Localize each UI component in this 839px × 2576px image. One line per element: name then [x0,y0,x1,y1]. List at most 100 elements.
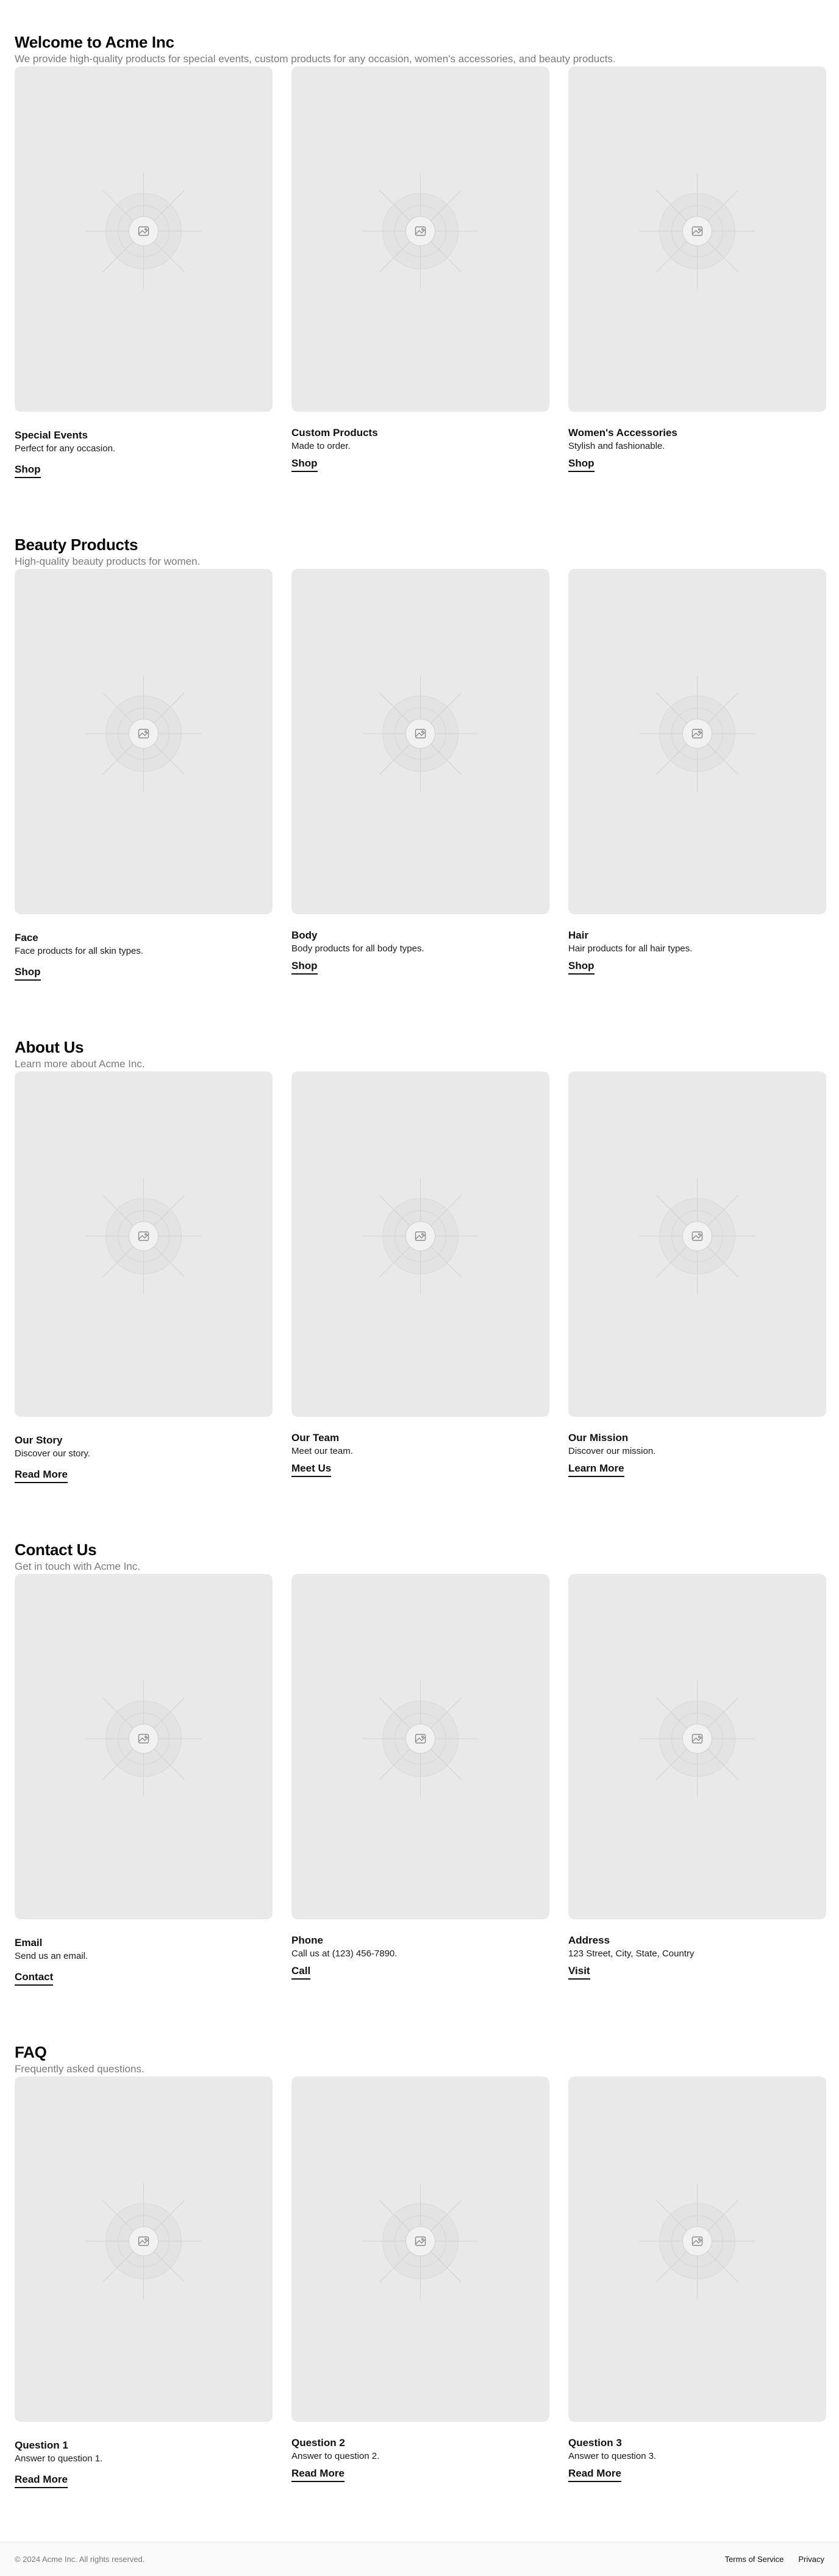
card-text: Face products for all skin types. [15,946,143,956]
card-question-2: Question 2 Answer to question 2. Read Mo… [291,2077,549,2552]
card-our-mission: Our Mission Discover our mission. Learn … [568,1072,826,1547]
page: Welcome to Acme Inc We provide high-qual… [0,0,839,2576]
placeholder-graphic [85,1681,202,1797]
image-placeholder [15,66,273,412]
privacy-link[interactable]: Privacy [798,2555,824,2564]
card-text: Hair products for all hair types. [568,943,693,954]
card-text: Meet our team. [291,1446,353,1456]
card-text: Perfect for any occasion. [15,443,116,454]
section-subtitle: High-quality beauty products for women. [15,556,201,567]
read-more-link[interactable]: Read More [291,2467,345,2482]
image-placeholder [15,569,273,914]
image-placeholder [291,1574,549,1919]
shop-link[interactable]: Shop [15,965,41,981]
card-title: Question 1 [15,2439,68,2451]
shop-link[interactable]: Shop [291,457,318,472]
placeholder-graphic [639,676,755,792]
card-text: Answer to question 1. [15,2453,103,2464]
card-title: Special Events [15,429,88,441]
read-more-link[interactable]: Read More [568,2467,621,2482]
card-custom-products: Custom Products Made to order. Shop [291,66,549,542]
card-grid: Special Events Perfect for any occasion.… [15,66,826,542]
meet-us-link[interactable]: Meet Us [291,1462,332,1477]
placeholder-graphic [85,676,202,792]
section-title: Beauty Products [15,535,138,554]
visit-link[interactable]: Visit [568,1964,590,1980]
card-phone: Phone Call us at (123) 456-7890. Call [291,1574,549,2050]
shop-link[interactable]: Shop [291,959,318,975]
card-special-events: Special Events Perfect for any occasion.… [15,66,273,542]
read-more-link[interactable]: Read More [15,1468,68,1483]
section-title: FAQ [15,2043,47,2061]
section-title: About Us [15,1038,84,1056]
card-title: Address [568,1934,610,1946]
card-title: Phone [291,1934,323,1946]
card-title: Hair [568,929,589,941]
card-text: 123 Street, City, State, Country [568,1948,694,1959]
section-faq: FAQ Frequently asked questions. Question… [0,2042,839,2488]
card-text: Call us at (123) 456-7890. [291,1948,398,1959]
card-text: Stylish and fashionable. [568,441,665,451]
card-womens-accessories: Women's Accessories Stylish and fashiona… [568,66,826,542]
card-title: Question 2 [291,2437,345,2449]
card-body: Body Body products for all body types. S… [291,569,549,1045]
card-text: Made to order. [291,441,351,451]
contact-link[interactable]: Contact [15,1970,54,1986]
placeholder-graphic [639,1178,755,1294]
card-title: Custom Products [291,427,378,438]
card-text: Answer to question 2. [291,2451,380,2461]
section-about-us: About Us Learn more about Acme Inc. Our … [0,1037,839,1483]
placeholder-graphic [639,1681,755,1797]
placeholder-graphic [85,2183,202,2299]
image-placeholder [15,1072,273,1417]
card-question-1: Question 1 Answer to question 1. Read Mo… [15,2077,273,2552]
placeholder-graphic [362,173,479,289]
image-placeholder [568,1072,826,1417]
placeholder-graphic [362,2183,479,2299]
copyright-text: © 2024 Acme Inc. All rights reserved. [15,2555,145,2564]
image-placeholder [568,1574,826,1919]
card-title: Email [15,1937,43,1948]
placeholder-graphic [85,1178,202,1294]
image-placeholder [568,569,826,914]
card-text: Discover our story. [15,1448,90,1459]
section-contact-us: Contact Us Get in touch with Acme Inc. E… [0,1539,839,1986]
shop-link[interactable]: Shop [15,463,41,478]
read-more-link[interactable]: Read More [15,2473,68,2488]
placeholder-graphic [85,173,202,289]
call-link[interactable]: Call [291,1964,311,1980]
image-placeholder [15,2077,273,2422]
card-title: Face [15,932,38,943]
card-text: Body products for all body types. [291,943,424,954]
card-our-team: Our Team Meet our team. Meet Us [291,1072,549,1547]
section-subtitle: Learn more about Acme Inc. [15,1058,145,1070]
card-text: Answer to question 3. [568,2451,657,2461]
card-address: Address 123 Street, City, State, Country… [568,1574,826,2050]
section-welcome: Welcome to Acme Inc We provide high-qual… [0,32,839,478]
card-title: Question 3 [568,2437,622,2449]
image-placeholder [15,1574,273,1919]
card-title: Our Story [15,1434,63,1446]
footer-nav: Terms of Service Privacy [725,2555,824,2564]
card-title: Our Mission [568,1432,629,1444]
placeholder-graphic [639,2183,755,2299]
card-hair: Hair Hair products for all hair types. S… [568,569,826,1045]
terms-of-service-link[interactable]: Terms of Service [725,2555,784,2564]
placeholder-graphic [362,1681,479,1797]
image-placeholder [568,2077,826,2422]
card-title: Body [291,929,318,941]
section-subtitle: Get in touch with Acme Inc. [15,1561,140,1572]
placeholder-graphic [362,676,479,792]
card-grid: Our Story Discover our story. Read More … [15,1072,826,1547]
card-title: Our Team [291,1432,340,1444]
card-grid: Face Face products for all skin types. S… [15,569,826,1045]
image-placeholder [291,2077,549,2422]
shop-link[interactable]: Shop [568,959,594,975]
footer: © 2024 Acme Inc. All rights reserved. Te… [0,2542,839,2576]
card-text: Discover our mission. [568,1446,656,1456]
image-placeholder [291,66,549,412]
shop-link[interactable]: Shop [568,457,594,472]
learn-more-link[interactable]: Learn More [568,1462,624,1477]
section-title: Welcome to Acme Inc [15,33,174,51]
card-grid: Email Send us an email. Contact Phone Ca… [15,1574,826,2050]
